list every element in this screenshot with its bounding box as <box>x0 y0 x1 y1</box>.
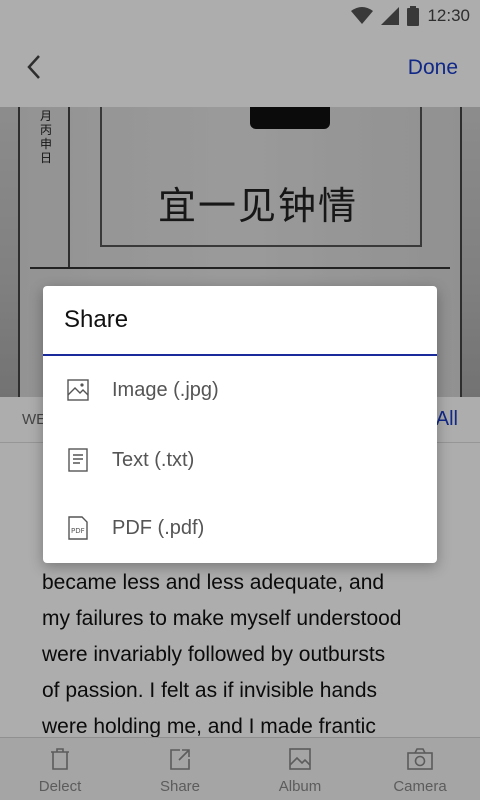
pdf-icon: PDF <box>66 516 90 540</box>
text-file-icon <box>66 448 90 472</box>
svg-text:PDF: PDF <box>71 527 85 535</box>
image-icon <box>66 378 90 402</box>
share-dialog-title: Share <box>64 306 129 333</box>
share-option-image[interactable]: Image (.jpg) <box>43 356 437 424</box>
share-option-label: Text (.txt) <box>112 448 195 471</box>
share-option-pdf[interactable]: PDF PDF (.pdf) <box>43 494 437 562</box>
share-dialog: Share Image (.jpg) Text (.txt) PDF PDF (… <box>43 286 437 563</box>
share-option-text[interactable]: Text (.txt) <box>43 426 437 494</box>
share-option-label: PDF (.pdf) <box>112 516 205 539</box>
share-option-label: Image (.jpg) <box>112 378 219 401</box>
